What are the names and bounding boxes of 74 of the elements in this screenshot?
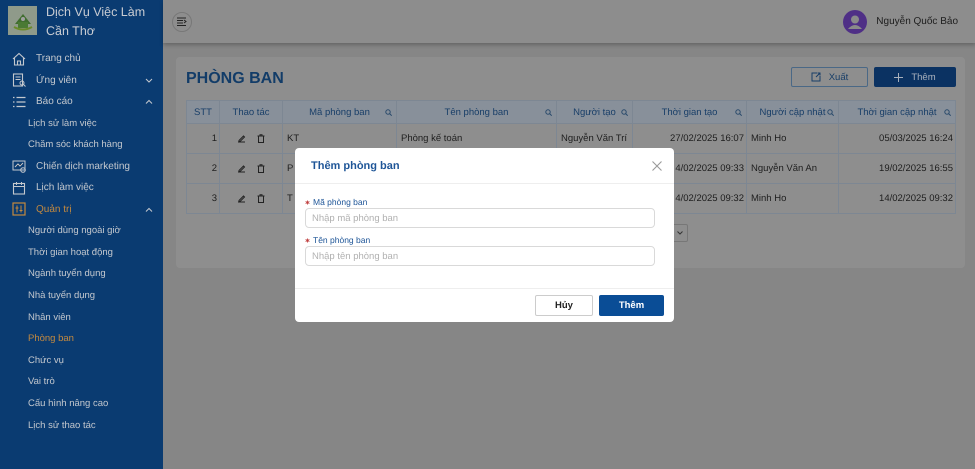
nav-item[interactable]: Ứng viên — [0, 70, 163, 91]
field-label: Tên phòng ban — [313, 235, 370, 245]
edit-icon[interactable] — [237, 164, 246, 173]
table-cell: 14/02/2025 09:32 — [879, 193, 953, 204]
table-cell: 4/02/2025 09:33 — [675, 163, 744, 174]
input-field[interactable]: Nhập tên phòng ban — [305, 246, 655, 266]
nav-item[interactable]: Chức vụ — [0, 350, 163, 372]
table-cell: Minh Ho — [751, 193, 786, 204]
avatar-icon[interactable] — [843, 10, 868, 34]
nav-item[interactable]: Lịch làm việc — [0, 177, 163, 199]
sliders-icon — [12, 202, 26, 216]
search-icon[interactable] — [944, 108, 951, 116]
trash-icon[interactable] — [257, 164, 265, 173]
table-cell: 4/02/2025 09:32 — [675, 193, 744, 204]
add-button[interactable]: Thêm — [874, 67, 956, 87]
trash-icon[interactable] — [257, 134, 265, 143]
nav-item[interactable]: Ngành tuyển dụng — [0, 263, 163, 285]
nav-item[interactable]: Lịch sử thao tác — [0, 414, 163, 436]
nav-item[interactable]: Người dùng ngoài giờ — [0, 220, 163, 242]
chart-icon — [12, 159, 26, 174]
table-cell: KT — [287, 133, 300, 144]
logo — [8, 6, 37, 35]
nav-item[interactable]: Lịch sử làm việc — [0, 112, 163, 134]
search-icon[interactable] — [735, 108, 742, 116]
table-cell: Minh Ho — [751, 133, 786, 144]
list-icon — [12, 94, 26, 109]
page-title: PHÒNG BAN — [186, 70, 284, 88]
document-search-icon — [12, 73, 26, 88]
cancel-button[interactable]: Hủy — [535, 295, 593, 316]
search-icon[interactable] — [621, 108, 628, 116]
table-cell: 1 — [212, 133, 217, 144]
edit-icon[interactable] — [237, 134, 246, 143]
nav-item[interactable]: Chăm sóc khách hàng — [0, 134, 163, 156]
table-cell: 2 — [212, 163, 217, 174]
input-field[interactable]: Nhập mã phòng ban — [305, 208, 655, 228]
trash-icon[interactable] — [257, 194, 265, 203]
table-cell: 27/02/2025 16:07 — [670, 133, 744, 144]
nav-item[interactable]: Nhân viên — [0, 306, 163, 328]
nav-item[interactable]: Thời gian hoạt động — [0, 242, 163, 264]
column-header[interactable]: Tên phòng ban — [444, 106, 508, 118]
menu-button[interactable] — [172, 12, 192, 32]
table-cell: Nguyễn Văn Trí — [561, 133, 628, 144]
nav-item[interactable]: Cấu hình nâng cao — [0, 392, 163, 415]
nav-item[interactable]: Chiến dịch marketing — [0, 156, 163, 178]
table-cell: P — [287, 163, 294, 174]
export-icon — [810, 72, 821, 82]
menu-icon — [177, 17, 187, 26]
user-name[interactable]: Nguyễn Quốc Bảo — [876, 16, 958, 27]
nav-item[interactable]: Trang chủ — [0, 48, 163, 70]
export-button[interactable]: Xuất — [791, 67, 868, 87]
table-cell: 05/03/2025 16:24 — [879, 133, 953, 144]
nav-item[interactable]: Báo cáo — [0, 91, 163, 112]
table-cell: Nguyễn Văn An — [751, 163, 818, 174]
nav-item[interactable]: Phòng ban — [0, 328, 163, 350]
plus-icon — [894, 72, 904, 82]
search-icon[interactable] — [545, 108, 552, 116]
table-cell: 3 — [212, 193, 217, 204]
table-cell: 19/02/2025 16:55 — [879, 163, 953, 174]
field-label: Mã phòng ban — [313, 197, 368, 207]
nav-item[interactable]: Quản trị — [0, 198, 163, 220]
submit-button[interactable]: Thêm — [599, 295, 664, 316]
calendar-icon — [12, 180, 26, 195]
close-icon[interactable] — [652, 160, 662, 170]
table-cell: T — [287, 193, 293, 204]
brand-name: Dịch Vụ Việc Làm Cần Thơ — [46, 4, 146, 40]
edit-icon[interactable] — [237, 194, 246, 203]
search-icon[interactable] — [827, 108, 834, 116]
nav-item[interactable]: Vai trò — [0, 371, 163, 393]
dialog-title: Thêm phòng ban — [311, 160, 400, 172]
home-icon — [12, 52, 26, 66]
table-cell: Phòng kế toán — [401, 133, 462, 144]
search-icon[interactable] — [385, 108, 392, 116]
nav-item[interactable]: Nhà tuyển dụng — [0, 284, 163, 307]
caret-icon — [677, 231, 683, 235]
